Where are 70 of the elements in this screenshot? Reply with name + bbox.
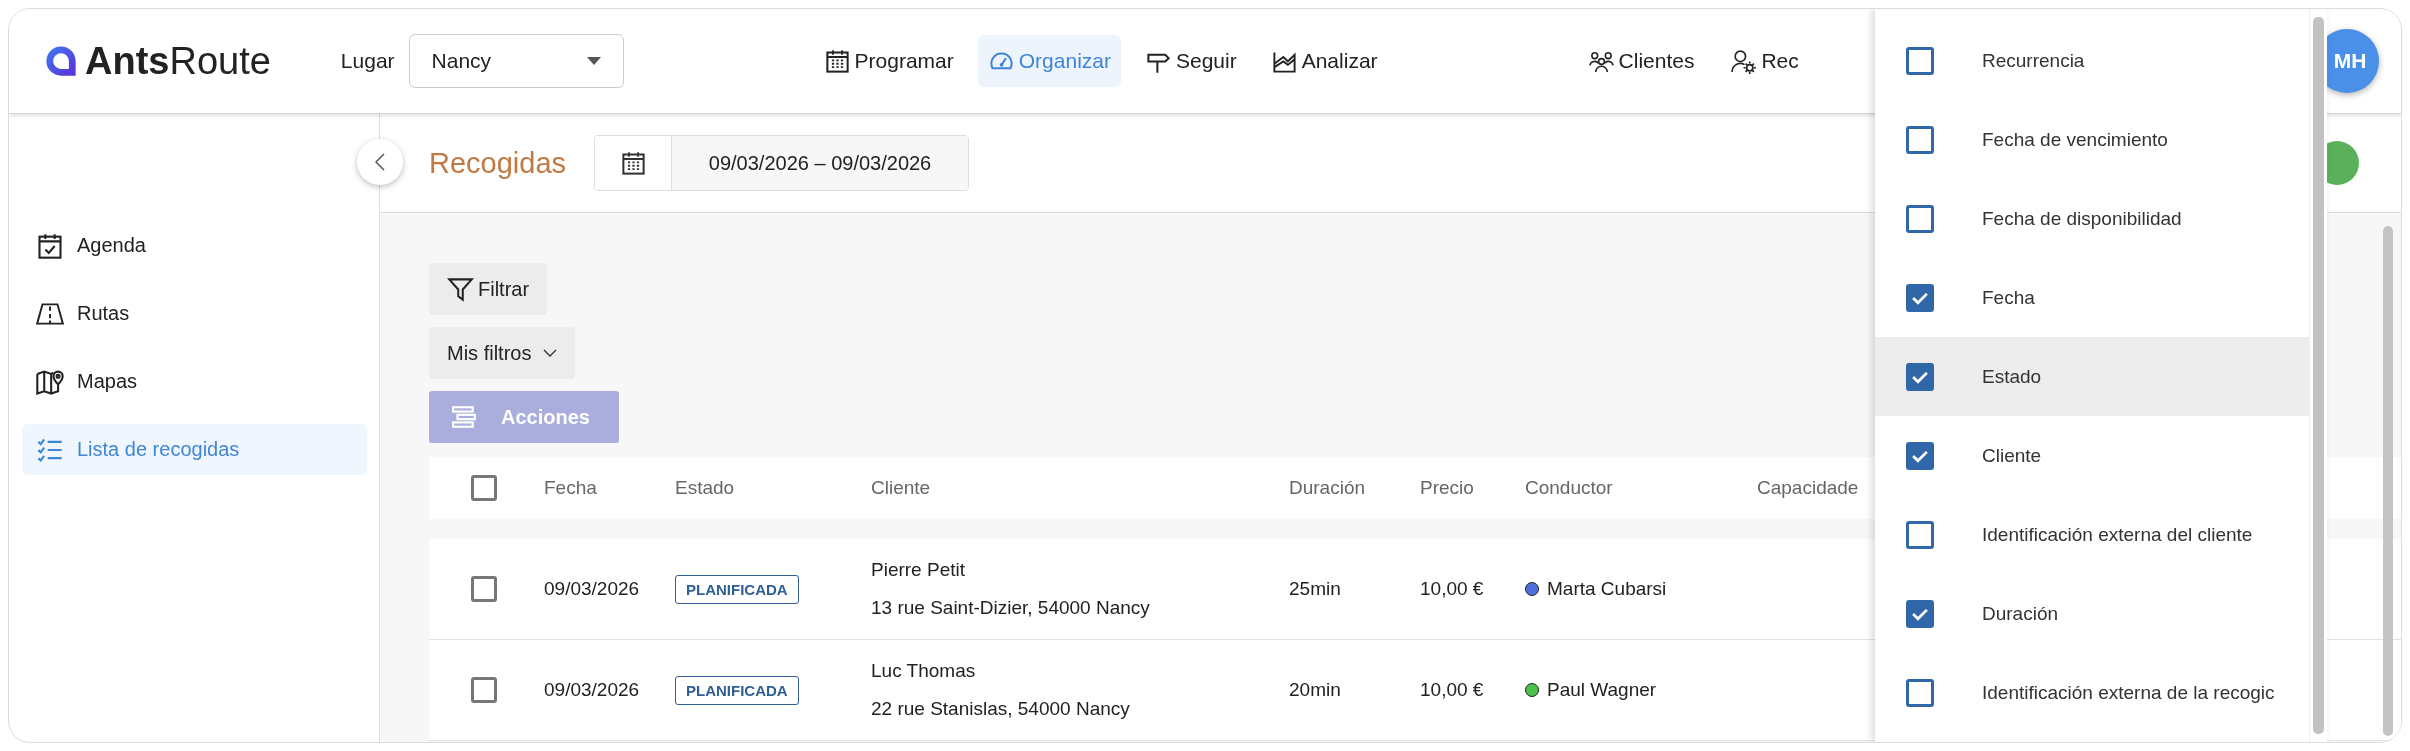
scrollbar[interactable] — [2313, 17, 2324, 734]
align-icon — [451, 405, 477, 429]
driver-name: Marta Cubarsi — [1547, 578, 1667, 600]
user-gear-icon — [1730, 47, 1758, 75]
place-label: Lugar — [340, 49, 395, 73]
column-header: Duración — [1289, 477, 1367, 499]
checkbox[interactable] — [1906, 362, 1934, 391]
menu-option[interactable]: Duración — [1875, 574, 2309, 653]
column-header: Capacidade — [1757, 477, 1860, 499]
table-cell-text: 10,00 € — [1420, 679, 1485, 701]
table-cell-text: 09/03/2026 — [544, 578, 641, 600]
checkbox[interactable] — [471, 576, 497, 602]
table-cell-text: 09/03/2026 — [544, 679, 641, 701]
table-cell-text: 10,00 € — [1420, 578, 1485, 600]
calendar-icon — [619, 149, 647, 177]
menu-option[interactable]: Fecha de disponibilidad — [1875, 179, 2309, 258]
column-header: Precio — [1420, 477, 1475, 499]
chevron-left-icon — [375, 153, 385, 171]
place-select[interactable]: Nancy — [408, 34, 624, 88]
logo-icon — [43, 43, 79, 79]
column-header: Fecha — [544, 477, 598, 499]
filter-button[interactable]: Filtrar — [429, 263, 548, 315]
column-header: Estado — [675, 477, 736, 499]
checkbox[interactable] — [1906, 46, 1934, 75]
status-badge: PLANIFICADA — [675, 574, 799, 604]
client-address: 22 rue Stanislas, 54000 Nancy — [871, 698, 1130, 720]
menu-option[interactable]: Identificación externa del cliente — [1875, 495, 2309, 574]
menu-option[interactable]: Estado — [1875, 337, 2309, 416]
menu-option[interactable]: Identificación externa de la recogic — [1875, 653, 2309, 732]
scrollbar[interactable] — [2383, 226, 2393, 736]
column-header: Cliente — [871, 477, 932, 499]
date-range-text: 09/03/2026 – 09/03/2026 — [672, 136, 969, 190]
sidebar-item[interactable]: Rutas — [22, 288, 367, 339]
logo-text: AntsRoute — [85, 39, 271, 83]
nav-item[interactable]: Rec — [1720, 35, 1809, 87]
sidebar-item[interactable]: Agenda — [22, 220, 367, 271]
page-title: Recogidas — [429, 146, 567, 180]
chevron-down-icon — [543, 349, 558, 357]
nav-item[interactable]: Seguir — [1135, 35, 1247, 87]
sidebar-item[interactable]: Mapas — [22, 356, 367, 407]
my-filters-button[interactable]: Mis filtros — [429, 327, 576, 379]
checkbox[interactable] — [1906, 678, 1934, 707]
client-name: Pierre Petit — [871, 559, 965, 581]
checkbox[interactable] — [471, 475, 497, 501]
column-header: Conductor — [1525, 477, 1614, 499]
checkbox[interactable] — [471, 677, 497, 703]
checkbox[interactable] — [1906, 520, 1934, 549]
menu-option[interactable]: Cliente — [1875, 416, 2309, 495]
checkbox[interactable] — [1906, 204, 1934, 233]
table-cell-text: 20min — [1289, 679, 1342, 701]
client-name: Luc Thomas — [871, 660, 976, 682]
menu-option[interactable]: Fecha — [1875, 258, 2309, 337]
checkbox[interactable] — [1906, 125, 1934, 154]
menu-option[interactable]: Recurrencia — [1875, 21, 2309, 100]
caret-icon — [586, 57, 601, 65]
calendar-check-icon — [35, 231, 65, 260]
nav-item[interactable]: Clientes — [1577, 35, 1705, 87]
calendar-icon — [823, 47, 851, 75]
checkbox[interactable] — [1906, 441, 1934, 470]
nav-item[interactable]: Analizar — [1260, 35, 1388, 87]
checkbox[interactable] — [1906, 283, 1934, 312]
menu-option[interactable]: Fecha de vencimiento — [1875, 100, 2309, 179]
status-badge: PLANIFICADA — [675, 675, 799, 705]
client-address: 13 rue Saint-Dizier, 54000 Nancy — [871, 597, 1150, 619]
nav-item[interactable]: Programar — [813, 35, 964, 87]
date-range-picker[interactable]: 09/03/2026 – 09/03/2026 — [594, 135, 970, 191]
table-cell-text: 25min — [1289, 578, 1342, 600]
driver-name: Paul Wagner — [1547, 679, 1657, 701]
filter-icon — [447, 275, 474, 303]
checkbox[interactable] — [1906, 599, 1934, 628]
